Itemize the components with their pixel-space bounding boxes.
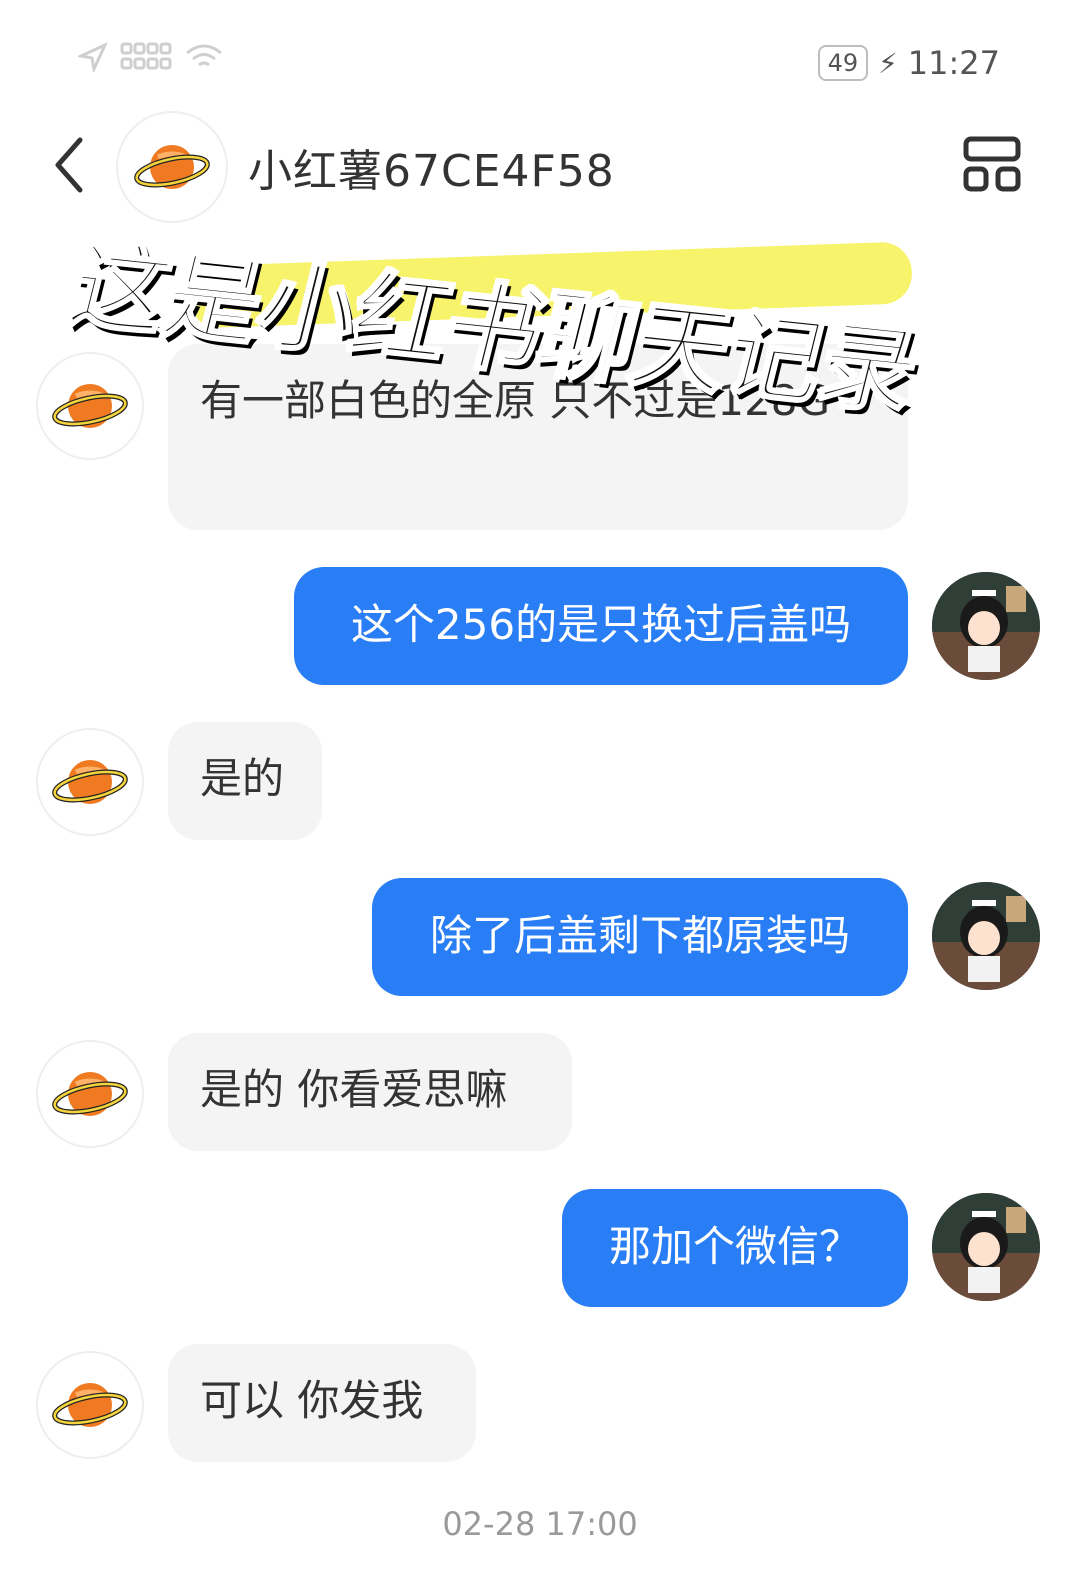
my-avatar[interactable] [932, 572, 1040, 680]
status-icons [78, 42, 224, 72]
contact-name: 小红薯67CE4F58 [248, 146, 615, 197]
message-text: 可以 你发我 [200, 1376, 424, 1425]
outgoing-message-bubble[interactable]: 这个256的是只换过后盖吗 [294, 567, 908, 685]
my-avatar[interactable] [932, 882, 1040, 990]
sender-avatar[interactable] [36, 1040, 144, 1148]
message-text: 这个256的是只换过后盖吗 [350, 600, 852, 649]
status-time: 11:27 [907, 44, 1000, 82]
message-timestamp: 02-28 17:00 [442, 1505, 638, 1543]
status-bar: 49 ⚡ 11:27 [0, 0, 1080, 120]
chat-header: 小红薯67CE4F58 [0, 105, 1080, 225]
outgoing-message-bubble[interactable]: 那加个微信？ [562, 1189, 908, 1307]
message-text: 有一部白色的全原 只不过是128G [200, 376, 831, 425]
contact-avatar[interactable] [116, 111, 228, 223]
message-text: 是的 你看爱思嘛 [200, 1065, 508, 1114]
message-text: 除了后盖剩下都原装吗 [429, 911, 850, 960]
back-button[interactable] [40, 130, 100, 200]
outgoing-message-bubble[interactable]: 除了后盖剩下都原装吗 [372, 878, 908, 996]
planet-icon [52, 1072, 128, 1116]
incoming-message-bubble[interactable]: 可以 你发我 [168, 1344, 476, 1462]
signal-icon [120, 42, 172, 70]
sender-avatar[interactable] [36, 728, 144, 836]
chevron-left-icon [55, 137, 83, 193]
planet-icon [134, 145, 210, 189]
planet-icon [52, 1383, 128, 1427]
planet-icon [52, 384, 128, 428]
girl-avatar-icon [932, 1193, 1040, 1301]
incoming-message-bubble[interactable]: 是的 [168, 722, 322, 840]
planet-icon [52, 760, 128, 804]
message-text: 是的 [200, 754, 285, 803]
grid-menu-icon [963, 136, 1021, 192]
charging-icon: ⚡ [878, 46, 898, 80]
incoming-message-bubble[interactable]: 是的 你看爱思嘛 [168, 1033, 572, 1151]
sender-avatar[interactable] [36, 352, 144, 460]
highlight-stroke [181, 241, 913, 329]
my-avatar[interactable] [932, 1193, 1040, 1301]
more-menu-button[interactable] [960, 133, 1024, 197]
wifi-icon [186, 44, 222, 67]
location-icon [78, 42, 108, 72]
girl-avatar-icon [932, 882, 1040, 990]
status-right: 49 ⚡ 11:27 [817, 44, 1000, 82]
sender-avatar[interactable] [36, 1351, 144, 1459]
battery-indicator: 49 [817, 45, 869, 81]
message-text: 那加个微信？ [608, 1222, 861, 1271]
incoming-message-bubble[interactable]: 有一部白色的全原 只不过是128G [168, 344, 908, 530]
girl-avatar-icon [932, 572, 1040, 680]
